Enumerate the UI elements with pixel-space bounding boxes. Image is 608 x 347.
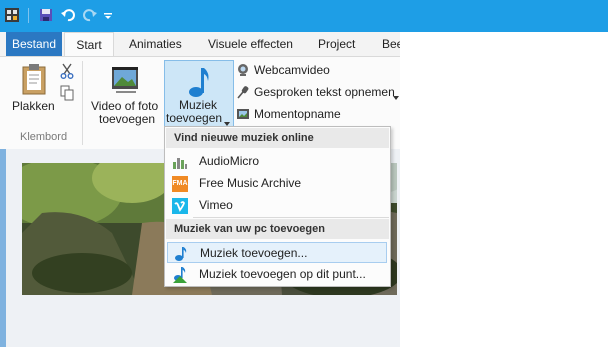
video-photo-icon[interactable] bbox=[110, 63, 142, 95]
add-video-label-line2[interactable]: toevoegen bbox=[99, 112, 155, 126]
menu-item-label: Vimeo bbox=[199, 198, 233, 212]
save-icon[interactable] bbox=[38, 7, 54, 23]
fma-icon: FMA bbox=[172, 176, 188, 192]
undo-icon[interactable] bbox=[60, 7, 76, 23]
paste-button-label[interactable]: Plakken bbox=[12, 99, 55, 113]
menu-item-label: Muziek toevoegen... bbox=[200, 246, 308, 260]
title-bar bbox=[0, 0, 608, 32]
music-note-icon bbox=[173, 246, 189, 262]
add-video-label-line1[interactable]: Video of foto bbox=[91, 99, 158, 113]
snapshot-icon[interactable] bbox=[236, 107, 250, 121]
menu-item-label: Muziek toevoegen op dit punt... bbox=[199, 267, 366, 281]
group-label-klembord: Klembord bbox=[20, 131, 68, 143]
tab-project[interactable]: Project bbox=[318, 32, 355, 56]
cut-icon[interactable] bbox=[60, 63, 74, 79]
menu-item-label: Free Music Archive bbox=[199, 176, 302, 190]
tab-visuele-effecten[interactable]: Visuele effecten bbox=[208, 32, 293, 56]
redo-icon[interactable] bbox=[82, 7, 98, 23]
tab-start[interactable]: Start bbox=[64, 32, 114, 57]
menu-item-vimeo[interactable]: Vimeo bbox=[167, 195, 387, 216]
menu-section-online: Vind nieuwe muziek online bbox=[166, 128, 389, 148]
webcam-video-button[interactable]: Webcamvideo bbox=[254, 61, 330, 79]
record-narration-button[interactable]: Gesproken tekst opnemen bbox=[254, 83, 395, 101]
left-panel-edge bbox=[0, 149, 6, 347]
vimeo-icon bbox=[172, 198, 188, 214]
menu-item-add-music-at-point[interactable]: Muziek toevoegen op dit punt... bbox=[167, 264, 387, 285]
title-divider bbox=[28, 8, 29, 23]
customize-toolbar-icon[interactable] bbox=[103, 7, 113, 23]
add-music-label-line2: toevoegen bbox=[166, 111, 223, 125]
clipboard-icon[interactable] bbox=[20, 63, 48, 95]
menu-item-add-music[interactable]: Muziek toevoegen... bbox=[167, 242, 387, 263]
menu-item-free-music-archive[interactable]: FMA Free Music Archive bbox=[167, 173, 387, 194]
tab-bestand[interactable]: Bestand bbox=[6, 32, 62, 56]
menu-item-label: AudioMicro bbox=[199, 154, 260, 168]
webcam-icon[interactable] bbox=[236, 63, 250, 77]
app-icon bbox=[4, 7, 20, 23]
add-music-button[interactable]: Muziek toevoegen bbox=[164, 60, 234, 128]
chevron-down-icon[interactable] bbox=[393, 90, 399, 100]
menu-separator bbox=[193, 217, 389, 218]
tab-beeld[interactable]: Bee bbox=[382, 32, 400, 56]
tab-animaties[interactable]: Animaties bbox=[129, 32, 182, 56]
snapshot-button[interactable]: Momentopname bbox=[254, 105, 341, 123]
copy-icon[interactable] bbox=[60, 85, 74, 101]
music-note-at-point-icon bbox=[172, 267, 188, 283]
menu-item-audiomicro[interactable]: AudioMicro bbox=[167, 151, 387, 172]
microphone-icon[interactable] bbox=[236, 85, 250, 99]
add-music-dropdown: Vind nieuwe muziek online AudioMicro FMA… bbox=[164, 126, 391, 287]
group-separator bbox=[82, 61, 83, 145]
menu-section-pc: Muziek van uw pc toevoegen bbox=[166, 219, 389, 239]
ribbon-tab-bar: Bestand Start Animaties Visuele effecten… bbox=[0, 32, 400, 57]
audiomicro-icon bbox=[172, 154, 188, 170]
chevron-down-icon bbox=[224, 116, 230, 126]
add-music-label-line1: Muziek bbox=[179, 98, 218, 112]
music-note-icon bbox=[187, 65, 211, 99]
